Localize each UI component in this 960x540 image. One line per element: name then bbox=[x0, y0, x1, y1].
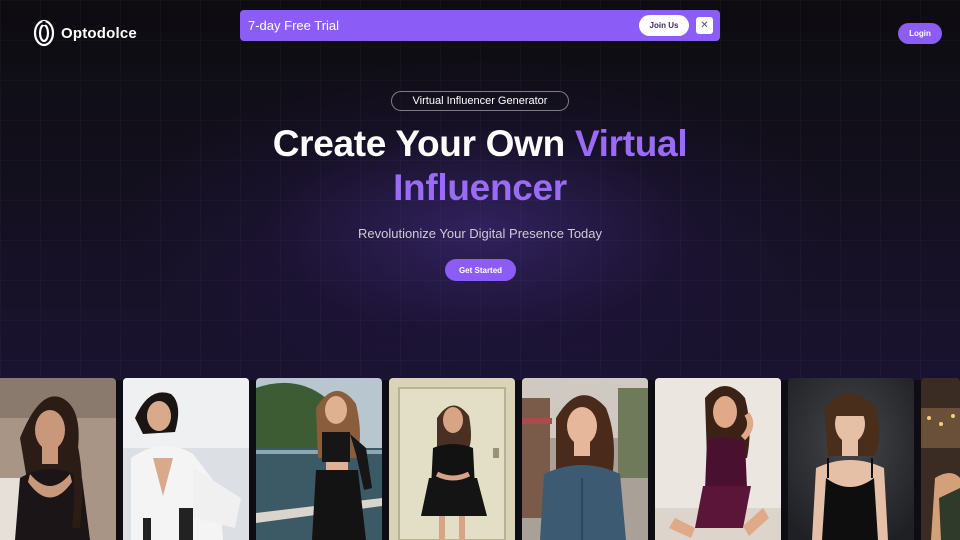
headline-accent-1: Virtual bbox=[574, 123, 688, 164]
promo-text: 7-day Free Trial bbox=[248, 18, 340, 33]
gallery-image-4[interactable] bbox=[389, 378, 515, 540]
hero-headline: Create Your Own Virtual Influencer bbox=[180, 122, 780, 210]
gallery-image-7[interactable] bbox=[788, 378, 914, 540]
influencer-gallery bbox=[0, 378, 960, 540]
headline-accent-2: Influencer bbox=[393, 167, 567, 208]
promo-banner: 7-day Free Trial Join Us ✕ bbox=[240, 10, 720, 41]
gallery-image-3[interactable] bbox=[256, 378, 382, 540]
hero-badge: Virtual Influencer Generator bbox=[391, 91, 569, 111]
login-button[interactable]: Login bbox=[898, 23, 942, 44]
close-icon[interactable]: ✕ bbox=[696, 17, 713, 34]
brand-logo-icon bbox=[33, 19, 55, 47]
gallery-image-1[interactable] bbox=[0, 378, 116, 540]
brand-name: Optodolce bbox=[61, 24, 137, 42]
headline-white: Create Your Own bbox=[272, 123, 575, 164]
join-us-button[interactable]: Join Us bbox=[639, 15, 689, 36]
gallery-image-8[interactable] bbox=[921, 378, 960, 540]
gallery-image-6[interactable] bbox=[655, 378, 781, 540]
get-started-button[interactable]: Get Started bbox=[445, 259, 516, 281]
hero-subtitle: Revolutionize Your Digital Presence Toda… bbox=[357, 226, 603, 241]
gallery-image-5[interactable] bbox=[522, 378, 648, 540]
brand-logo[interactable]: Optodolce bbox=[33, 19, 137, 47]
gallery-image-2[interactable] bbox=[123, 378, 249, 540]
